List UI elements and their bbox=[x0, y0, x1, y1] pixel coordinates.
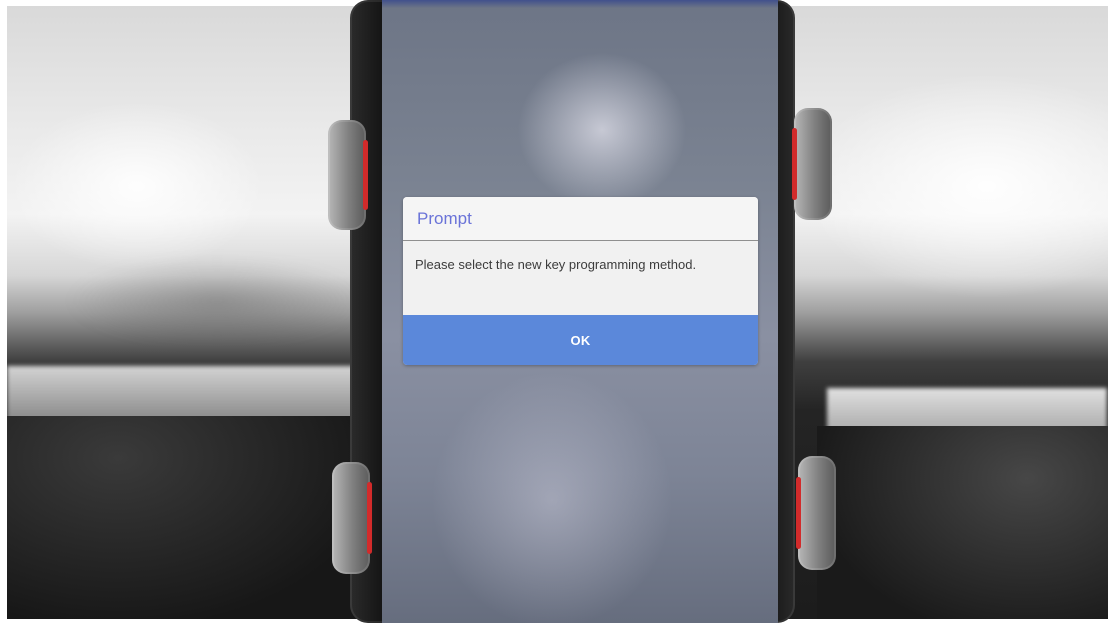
dialog-title: Prompt bbox=[403, 197, 758, 241]
phone-holder-clamp-top-left bbox=[328, 120, 368, 230]
phone-holder-clamp-bottom-left bbox=[332, 462, 372, 574]
ok-button[interactable]: OK bbox=[403, 315, 758, 365]
interior-right bbox=[817, 426, 1108, 619]
dialog-message: Please select the new key programming me… bbox=[403, 241, 758, 315]
interior-left bbox=[7, 416, 377, 619]
background-blur bbox=[67, 256, 367, 346]
phone-holder-clamp-bottom-right bbox=[796, 456, 836, 570]
prompt-dialog: Prompt Please select the new key program… bbox=[403, 197, 758, 365]
phone-holder-clamp-top-right bbox=[792, 108, 832, 220]
